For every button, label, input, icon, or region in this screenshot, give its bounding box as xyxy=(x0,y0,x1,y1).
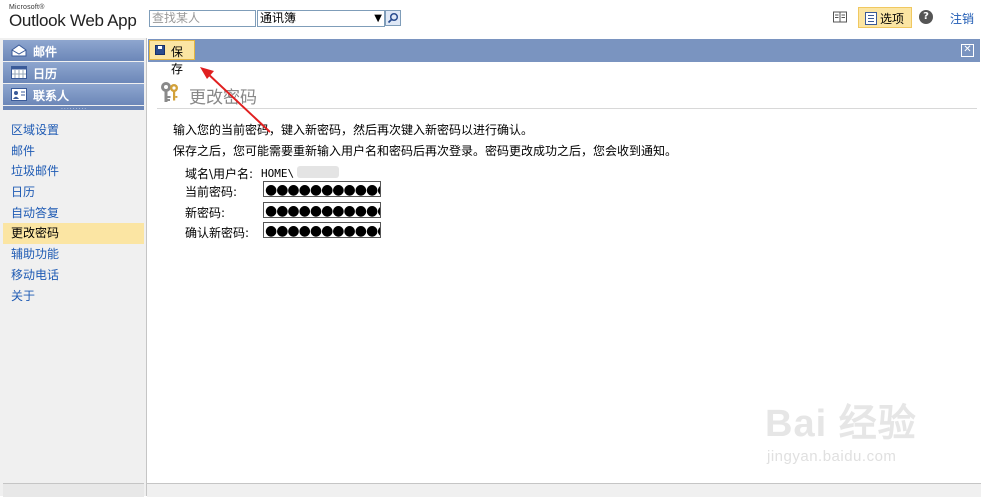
options-menu: 区域设置 邮件 垃圾邮件 日历 自动答复 更改密码 辅助功能 移动电话 关于 xyxy=(3,120,144,306)
sidebar-item-junk-email[interactable]: 垃圾邮件 xyxy=(3,161,144,182)
nav-module-label: 联系人 xyxy=(33,89,70,103)
calendar-icon xyxy=(11,66,27,79)
search-scope-value: 通讯簿 xyxy=(260,11,297,25)
search-button[interactable] xyxy=(385,10,401,26)
keys-icon xyxy=(161,82,178,102)
new-password-field[interactable]: ●●●●●●●●●●● xyxy=(263,202,381,218)
left-navigation: 邮件 日历 联系人 ......... 区域设置 邮件 垃圾邮件 日历 自动答复… xyxy=(0,38,147,497)
chevron-down-icon: ▼ xyxy=(374,13,382,24)
brand-name: Outlook Web App xyxy=(9,11,137,30)
domain-user-label: 域名\用户名: xyxy=(185,167,254,181)
magnifier-icon xyxy=(387,12,399,24)
nav-module-label: 日历 xyxy=(33,67,58,81)
current-password-label: 当前密码: xyxy=(185,185,238,199)
search-scope-select[interactable]: 通讯簿 ▼ xyxy=(257,10,385,27)
app-logo: Microsoft® Outlook Web App xyxy=(9,4,137,30)
main-footer xyxy=(147,483,981,497)
nav-module-mail[interactable]: 邮件 xyxy=(3,40,144,61)
sidebar-item-mail[interactable]: 邮件 xyxy=(3,141,144,162)
top-bar: Microsoft® Outlook Web App 查找某人 通讯簿 ▼ 选项… xyxy=(0,0,1000,38)
logout-link[interactable]: 注销 xyxy=(950,10,974,27)
nav-module-contacts[interactable]: 联系人 xyxy=(3,84,144,105)
confirm-password-field[interactable]: ●●●●●●●●●●● xyxy=(263,222,381,238)
options-button[interactable]: 选项 xyxy=(858,7,912,28)
sidebar-item-mobile-phone[interactable]: 移动电话 xyxy=(3,265,144,286)
nav-module-label: 邮件 xyxy=(33,45,58,59)
help-icon[interactable]: ? xyxy=(919,10,933,24)
contacts-icon xyxy=(11,88,27,101)
page-title: 更改密码 xyxy=(189,88,257,108)
right-margin xyxy=(981,38,1000,496)
toolbar: 保存 ✕ xyxy=(148,39,980,76)
sidebar-item-calendar[interactable]: 日历 xyxy=(3,182,144,203)
address-book-icon[interactable] xyxy=(833,11,847,23)
sidebar-item-change-password[interactable]: 更改密码 xyxy=(3,223,144,245)
new-password-label: 新密码: xyxy=(185,206,226,220)
search-people-input[interactable]: 查找某人 xyxy=(149,10,256,27)
save-icon xyxy=(155,45,165,55)
page-header: 更改密码 xyxy=(157,80,977,109)
sidebar-item-accessibility[interactable]: 辅助功能 xyxy=(3,244,144,265)
options-label: 选项 xyxy=(880,12,905,26)
sidebar-item-regional-settings[interactable]: 区域设置 xyxy=(3,120,144,141)
instruction-text: 输入您的当前密码，键入新密码，然后再次键入新密码以进行确认。 xyxy=(173,123,534,137)
watermark-url: jingyan.baidu.com xyxy=(767,448,897,465)
save-button[interactable]: 保存 xyxy=(149,40,195,76)
watermark-logo-text: Bai 经验 xyxy=(765,403,917,445)
pane-resize-handle[interactable]: ......... xyxy=(3,105,144,111)
sidebar-item-about[interactable]: 关于 xyxy=(3,286,144,307)
sidebar-item-auto-reply[interactable]: 自动答复 xyxy=(3,203,144,224)
nav-footer xyxy=(3,483,144,497)
redacted-username xyxy=(297,166,339,178)
close-button[interactable]: ✕ xyxy=(961,44,974,57)
watermark: Bai 经验 jingyan.baidu.com xyxy=(765,392,965,472)
domain-user-value: HOME\ xyxy=(261,167,295,180)
current-password-field[interactable]: ●●●●●●●●●●● xyxy=(263,181,381,197)
options-icon xyxy=(865,12,877,25)
confirm-password-label: 确认新密码: xyxy=(185,226,250,240)
nav-module-calendar[interactable]: 日历 xyxy=(3,62,144,83)
mail-icon xyxy=(11,44,27,57)
instruction-text: 保存之后，您可能需要重新输入用户名和密码后再次登录。密码更改成功之后，您会收到通… xyxy=(173,144,678,158)
save-label: 保存 xyxy=(171,45,184,76)
